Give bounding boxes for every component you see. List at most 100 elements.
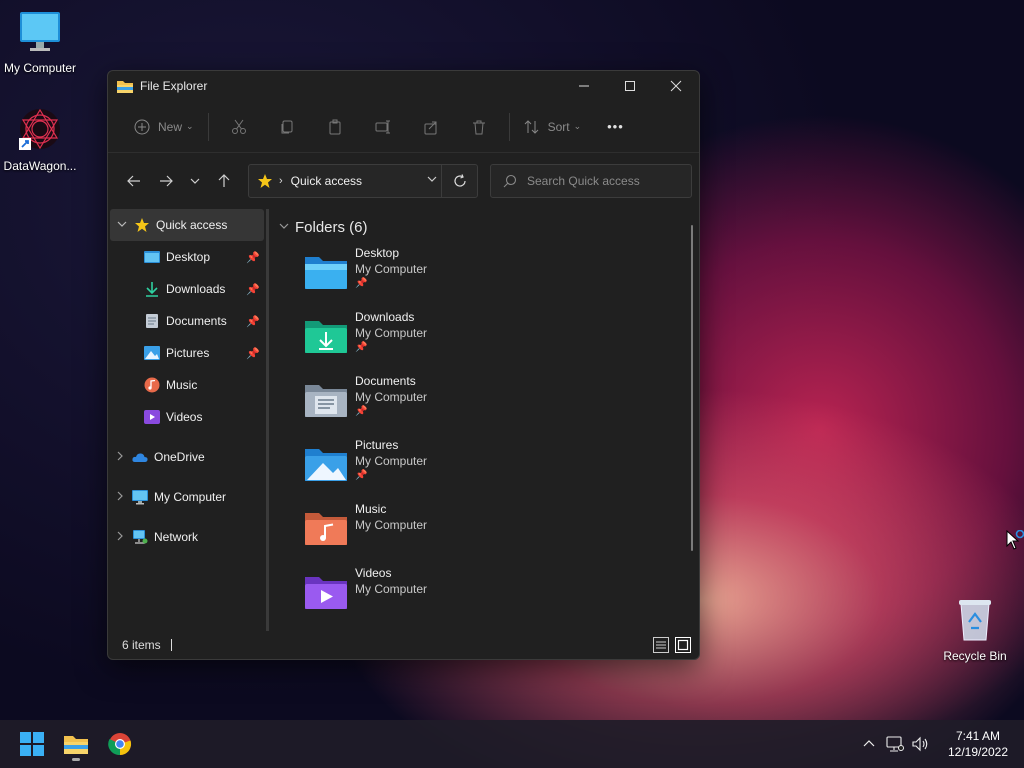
folder-name: Documents <box>355 374 416 388</box>
folder-item-pictures[interactable]: Pictures My Computer 📌 <box>275 437 699 501</box>
sidebar-item-quick-access[interactable]: Quick access <box>110 209 264 241</box>
minimize-button[interactable] <box>561 71 607 101</box>
desktop-icon-label: My Computer <box>3 61 77 75</box>
tiles-view-button[interactable] <box>675 637 691 653</box>
folder-item-downloads[interactable]: Downloads My Computer 📌 <box>275 309 699 373</box>
folder-location: My Computer <box>355 390 428 404</box>
show-hidden-icons-button[interactable] <box>856 738 882 750</box>
recent-locations-button[interactable] <box>182 165 208 197</box>
sidebar-item-label: Quick access <box>156 218 228 232</box>
folder-item-music[interactable]: Music My Computer <box>275 501 699 565</box>
sidebar-item-pictures[interactable]: Pictures 📌 <box>108 337 266 369</box>
back-button[interactable] <box>118 165 150 197</box>
start-button[interactable] <box>10 724 54 764</box>
copy-button[interactable] <box>263 111 311 143</box>
group-header-folders[interactable]: Folders (6) <box>275 209 699 245</box>
downloads-folder-icon <box>305 321 347 353</box>
desktop-folder-icon <box>305 257 347 289</box>
search-box[interactable] <box>490 164 692 198</box>
navigation-bar: › Quick access <box>108 153 699 209</box>
minimize-icon <box>579 85 589 87</box>
window-title: File Explorer <box>140 79 208 93</box>
maximize-button[interactable] <box>607 71 653 101</box>
close-button[interactable] <box>653 71 699 101</box>
more-icon: ••• <box>607 119 624 134</box>
desktop-icon-my-computer[interactable]: My Computer <box>0 10 80 75</box>
document-icon <box>144 313 160 329</box>
up-button[interactable] <box>208 165 240 197</box>
chrome-icon <box>108 733 132 756</box>
sidebar-item-my-computer[interactable]: My Computer <box>108 481 266 513</box>
music-icon <box>144 377 160 393</box>
desktop-icon-datawagon[interactable]: DataWagon... <box>0 106 80 173</box>
folder-item-desktop[interactable]: Desktop My Computer 📌 <box>275 245 699 309</box>
chevron-down-icon[interactable] <box>110 219 134 232</box>
videos-folder-icon <box>305 577 347 609</box>
taskbar: 7:41 AM 12/19/2022 <box>0 720 1024 768</box>
share-button[interactable] <box>407 111 455 143</box>
vertical-scrollbar[interactable] <box>691 225 693 551</box>
sidebar-item-label: Pictures <box>166 346 210 360</box>
desktop-icon-label: DataWagon... <box>3 159 77 173</box>
desktop-icon-recycle-bin[interactable]: Recycle Bin <box>935 596 1015 663</box>
sidebar-item-desktop[interactable]: Desktop 📌 <box>108 241 266 273</box>
datawagon-icon <box>19 108 60 150</box>
status-bar: 6 items <box>108 631 699 659</box>
toolbar-divider <box>207 112 209 141</box>
sidebar-item-documents[interactable]: Documents 📌 <box>108 305 266 337</box>
taskbar-chrome[interactable] <box>98 724 142 764</box>
folder-name: Desktop <box>355 246 400 260</box>
sort-button[interactable]: Sort ⌄ <box>516 111 590 143</box>
network-icon <box>132 529 148 545</box>
chevron-right-icon[interactable] <box>108 451 132 464</box>
refresh-icon <box>453 174 466 187</box>
forward-button[interactable] <box>150 165 182 197</box>
address-dropdown-button[interactable] <box>427 174 437 187</box>
chevron-right-icon[interactable] <box>108 531 132 544</box>
folder-item-videos[interactable]: Videos My Computer <box>275 565 699 629</box>
pin-icon[interactable]: 📌 <box>246 315 260 328</box>
pin-icon[interactable]: 📌 <box>246 251 260 264</box>
address-bar[interactable]: › Quick access <box>248 164 478 198</box>
sidebar-item-label: Documents <box>166 314 227 328</box>
sidebar-item-videos[interactable]: Videos <box>108 401 266 433</box>
taskbar-file-explorer[interactable] <box>54 724 98 764</box>
mouse-cursor-icon <box>1006 530 1024 550</box>
more-options-button[interactable]: ••• <box>599 111 632 143</box>
explorer-body: Quick access Desktop 📌 Downloads 📌 Docum… <box>108 209 699 631</box>
new-button[interactable]: New ⌄ <box>126 111 202 143</box>
folder-item-documents[interactable]: Documents My Computer 📌 <box>275 373 699 437</box>
pin-icon[interactable]: 📌 <box>246 347 260 360</box>
delete-button[interactable] <box>455 111 503 143</box>
sidebar-item-music[interactable]: Music <box>108 369 266 401</box>
folder-name: Music <box>355 502 387 516</box>
pin-icon[interactable]: 📌 <box>246 283 260 296</box>
volume-button[interactable] <box>908 736 934 752</box>
network-status-button[interactable] <box>882 736 908 752</box>
sidebar-item-label: OneDrive <box>154 450 205 464</box>
pin-icon: 📌 <box>355 278 368 289</box>
paste-button[interactable] <box>311 111 359 143</box>
sidebar-item-network[interactable]: Network <box>108 521 266 553</box>
new-label: New <box>158 119 183 134</box>
arrow-up-icon <box>218 174 230 187</box>
chevron-down-icon <box>427 176 437 182</box>
sidebar-item-onedrive[interactable]: OneDrive <box>108 441 266 473</box>
refresh-button[interactable] <box>441 165 477 197</box>
rename-button[interactable] <box>359 111 407 143</box>
sidebar-item-downloads[interactable]: Downloads 📌 <box>108 273 266 305</box>
cloud-icon <box>132 449 148 465</box>
folder-app-icon <box>64 736 88 754</box>
breadcrumb-chevron-icon: › <box>279 175 283 187</box>
video-icon <box>144 409 160 425</box>
chevron-up-icon <box>863 740 875 747</box>
clock[interactable]: 7:41 AM 12/19/2022 <box>938 728 1018 760</box>
folder-name: Downloads <box>355 310 415 324</box>
chevron-right-icon[interactable] <box>108 491 132 504</box>
title-bar[interactable]: File Explorer <box>108 71 699 101</box>
details-view-button[interactable] <box>653 637 669 653</box>
windows-logo-icon <box>20 732 44 756</box>
cut-button[interactable] <box>215 111 263 143</box>
chevron-down-icon: ⌄ <box>573 121 582 131</box>
search-input[interactable] <box>527 174 677 188</box>
